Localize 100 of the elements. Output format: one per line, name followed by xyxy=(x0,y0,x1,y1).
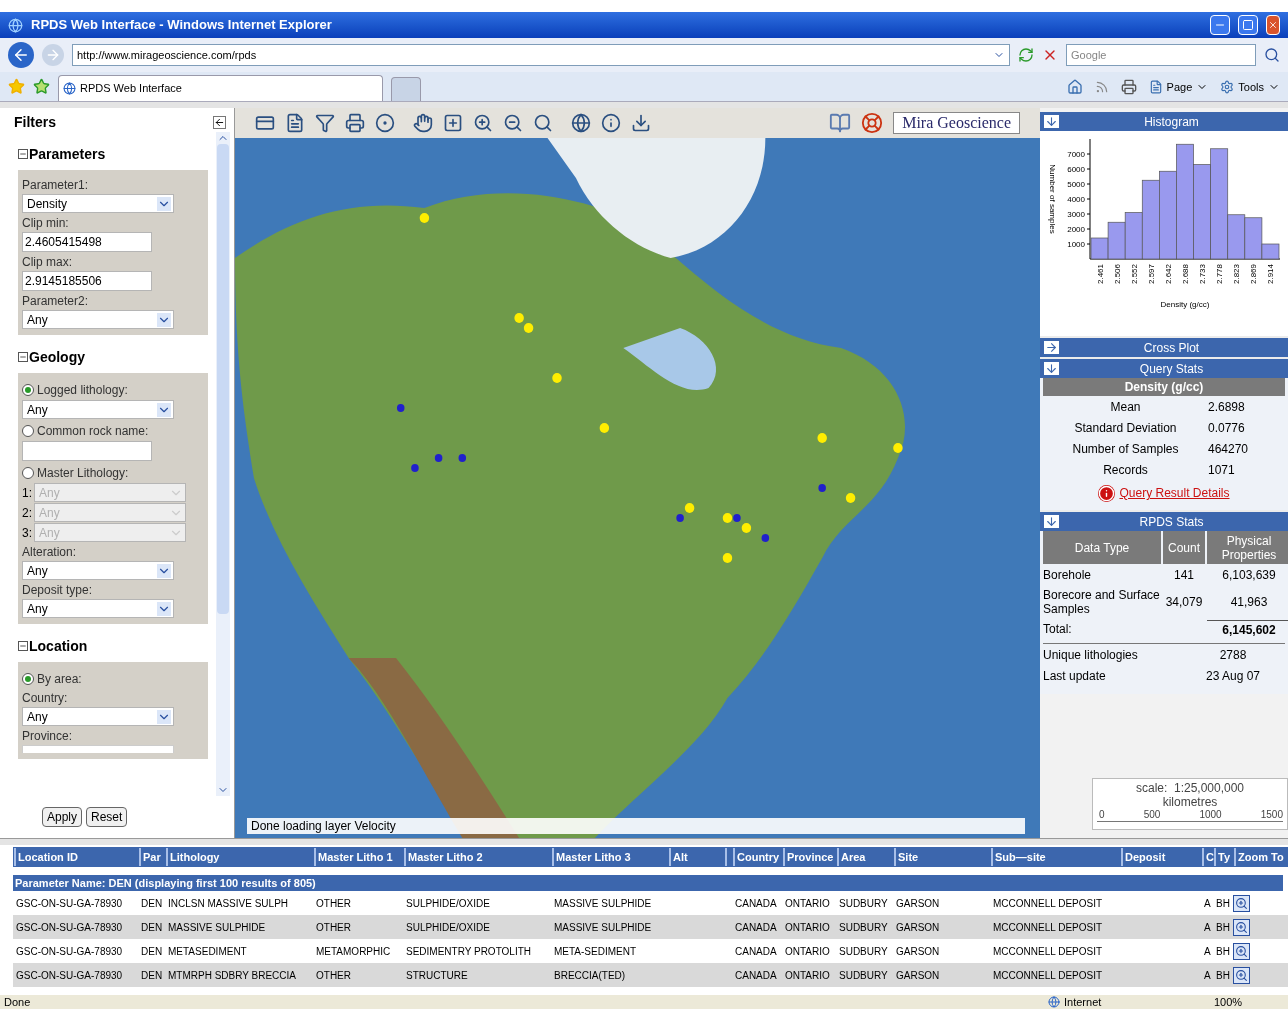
table-cell-text: MTMRPH SDBRY BRECCIA xyxy=(167,968,297,983)
column-header[interactable]: Zoom To xyxy=(1234,848,1287,866)
close-button[interactable] xyxy=(1266,15,1280,35)
zoom-box-icon[interactable] xyxy=(443,113,463,133)
table-cell-text: METAMORPHIC xyxy=(315,944,392,959)
address-field[interactable]: http://www.mirageoscience.com/rpds xyxy=(72,44,1010,66)
panel-header[interactable]: RPDS Stats xyxy=(1040,512,1288,531)
select-field[interactable]: Density xyxy=(22,194,174,213)
radio-button[interactable] xyxy=(22,673,34,685)
field-label: Country: xyxy=(22,690,69,707)
tick-label: 2.461 xyxy=(1095,264,1105,285)
zoom-out-icon[interactable] xyxy=(503,113,523,133)
panel-title: Filters xyxy=(14,112,56,132)
column-header[interactable]: C xyxy=(1202,848,1214,866)
filter-icon[interactable] xyxy=(315,113,335,133)
tick-label: 2.869 xyxy=(1249,264,1259,285)
dropdown-icon xyxy=(157,312,171,327)
refresh-icon[interactable] xyxy=(1018,47,1034,63)
column-header: Data Type xyxy=(1043,531,1161,564)
radio-button[interactable] xyxy=(22,425,34,437)
search-field[interactable]: Google xyxy=(1066,44,1256,66)
zoom-in-icon[interactable] xyxy=(473,113,493,133)
document-icon[interactable] xyxy=(285,113,305,133)
dropdown-icon xyxy=(157,709,171,724)
text-field[interactable] xyxy=(22,441,152,461)
table-cell-text: GARSON xyxy=(895,944,941,959)
minimize-button[interactable] xyxy=(1210,15,1230,35)
feed-icon[interactable] xyxy=(1094,79,1109,94)
table-cell-text: MASSIVE SULPHIDE xyxy=(553,920,653,935)
table-cell-text: DEN xyxy=(140,944,164,959)
tab-label: RPDS Web Interface xyxy=(80,81,182,97)
collapse-icon[interactable] xyxy=(213,115,226,129)
panel-title: Histogram xyxy=(1143,113,1200,131)
scrollbar-thumb[interactable] xyxy=(217,144,229,614)
dropdown-icon xyxy=(157,601,171,616)
command-menu[interactable]: Tools xyxy=(1238,78,1264,95)
table-cell-text: MCCONNELL DEPOSIT xyxy=(992,968,1104,983)
info-icon[interactable] xyxy=(601,113,621,133)
table-cell-text: SUDBURY xyxy=(838,968,889,983)
search-icon[interactable] xyxy=(1264,47,1280,63)
browser-icon xyxy=(8,17,23,33)
query-details-link[interactable]: Query Result Details xyxy=(1119,484,1230,502)
tick-label: 2000 xyxy=(1067,225,1085,234)
search-icon[interactable] xyxy=(533,113,553,133)
table-cell-text: DEN xyxy=(140,896,164,911)
table-cell-text: ONTARIO xyxy=(784,920,831,935)
print-icon[interactable] xyxy=(345,113,365,133)
select-field[interactable]: Any xyxy=(22,707,174,726)
panel-header[interactable]: Histogram xyxy=(1040,112,1288,131)
table-cell-text: 6,103,639 xyxy=(1221,567,1277,584)
collapse-toggle-icon[interactable] xyxy=(18,352,28,362)
table-cell-text: A xyxy=(1203,944,1212,959)
add-favorite-icon[interactable] xyxy=(33,78,50,95)
command-menu[interactable]: Page xyxy=(1166,78,1193,95)
table-cell-text: CANADA xyxy=(734,944,778,959)
zoom-to-icon[interactable] xyxy=(1233,966,1250,984)
zoom-to-icon[interactable] xyxy=(1233,918,1250,936)
circle-icon[interactable] xyxy=(375,113,395,133)
zoom-level[interactable]: 100% xyxy=(1214,993,1284,1009)
collapse-toggle-icon[interactable] xyxy=(18,149,28,159)
field-label: Parameter1: xyxy=(22,177,90,194)
maximize-button[interactable] xyxy=(1238,15,1258,35)
select-field[interactable]: Any xyxy=(22,400,174,419)
text-field[interactable]: 2.9145185506 xyxy=(22,271,152,291)
tick-label: 5000 xyxy=(1067,180,1085,189)
filter-button[interactable]: Apply xyxy=(42,807,83,827)
table-cell-text: OTHER xyxy=(315,968,352,983)
collapse-toggle-icon[interactable] xyxy=(18,641,28,651)
select-field[interactable]: Any xyxy=(22,599,174,618)
book-icon[interactable] xyxy=(829,112,852,134)
download-icon[interactable] xyxy=(631,113,651,133)
legend-icon[interactable] xyxy=(255,113,275,133)
tick-label: 2.506 xyxy=(1112,264,1122,285)
table-cell-text: GSC-ON-SU-GA-78930 xyxy=(15,920,124,935)
table-cell-text: A xyxy=(1203,920,1212,935)
dropdown-icon xyxy=(157,196,171,211)
select-field[interactable] xyxy=(22,745,174,753)
panel-header[interactable]: Query Stats xyxy=(1040,359,1288,378)
hand-icon[interactable] xyxy=(413,113,433,133)
table-cell-text: SUDBURY xyxy=(838,920,889,935)
table-cell-text: ONTARIO xyxy=(784,944,831,959)
zoom-to-icon[interactable] xyxy=(1233,942,1250,960)
zoom-to-icon[interactable] xyxy=(1233,894,1250,912)
select-field[interactable]: Any xyxy=(22,310,174,329)
field-label: Deposit type: xyxy=(22,582,94,599)
gear-icon[interactable] xyxy=(1220,79,1235,94)
filter-button[interactable]: Reset xyxy=(86,807,128,827)
radio-button[interactable] xyxy=(22,467,34,479)
globe-icon[interactable] xyxy=(571,113,591,133)
select-field[interactable]: Any xyxy=(22,561,174,580)
lifebuoy-icon[interactable] xyxy=(861,112,884,134)
panel-header[interactable]: Cross Plot xyxy=(1040,338,1288,357)
table-cell-text: 23 Aug 07 xyxy=(1204,667,1262,685)
text-field[interactable]: 2.4605415498 xyxy=(22,232,152,252)
back-button[interactable] xyxy=(8,42,34,68)
radio-button[interactable] xyxy=(22,384,34,396)
browser-tab[interactable]: RPDS Web Interface xyxy=(58,75,383,101)
field-label: 1: xyxy=(22,484,32,502)
print-icon[interactable] xyxy=(1120,78,1137,95)
home-icon[interactable] xyxy=(1066,78,1083,95)
